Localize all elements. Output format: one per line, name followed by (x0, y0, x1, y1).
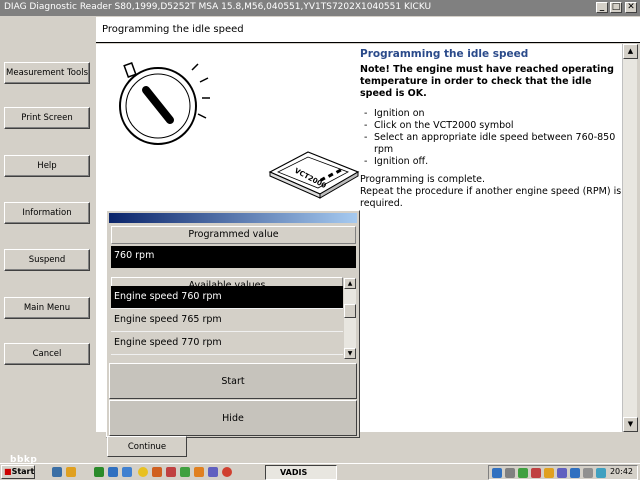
ie-icon[interactable] (108, 467, 118, 477)
watermark-text: bbkp (10, 455, 38, 465)
information-button[interactable]: Information (4, 202, 90, 224)
windows-logo-icon: ■ (4, 467, 12, 476)
files-icon[interactable] (194, 467, 204, 477)
step-item: Select an appropriate idle speed between… (360, 132, 624, 156)
programmed-value-field: 760 rpm (111, 246, 356, 268)
restore-button[interactable]: □ (610, 2, 622, 13)
start-label: Start (11, 467, 35, 476)
list-scroll-thumb[interactable] (344, 304, 356, 318)
instructions-panel: Programming the idle speed Note! The eng… (360, 48, 624, 210)
step-item: Ignition on (360, 108, 624, 120)
steps-list: Ignition on Click on the VCT2000 symbol … (360, 108, 624, 168)
window-title: DIAG Diagnostic Reader S80,1999,D5252T M… (4, 2, 432, 12)
measurement-tools-button[interactable]: Measurement Tools (4, 62, 90, 84)
dialog-title-bar (109, 213, 357, 223)
main-menu-button[interactable]: Main Menu (4, 297, 90, 319)
tray-bluetooth-icon[interactable] (570, 468, 580, 478)
help-button[interactable]: Help (4, 155, 90, 177)
tray-app-icon[interactable] (518, 468, 528, 478)
main-scrollbar[interactable]: ▲ ▼ (622, 44, 638, 432)
notes-icon[interactable] (180, 467, 190, 477)
tray-security-icon[interactable] (531, 468, 541, 478)
complete-text: Programming is complete. (360, 174, 486, 185)
idle-speed-dialog: Programmed value 760 rpm Available value… (106, 210, 360, 438)
tray-volume-icon[interactable] (596, 468, 606, 478)
print-screen-button[interactable]: Print Screen (4, 107, 90, 129)
note-text: Note! The engine must have reached opera… (360, 64, 614, 99)
cancel-button[interactable]: Cancel (4, 343, 90, 365)
title-bar: DIAG Diagnostic Reader S80,1999,D5252T M… (0, 0, 640, 16)
tray-monitor-icon[interactable] (505, 468, 515, 478)
programmed-value-label: Programmed value (111, 226, 356, 244)
start-menu-button[interactable]: ■Start (1, 465, 35, 479)
start-button[interactable]: Start (109, 363, 357, 399)
folder-icon[interactable] (66, 467, 76, 477)
instructions-heading: Programming the idle speed (360, 48, 529, 60)
list-scrollbar[interactable]: ▲ ▼ (344, 278, 356, 359)
chrome-icon[interactable] (222, 467, 232, 477)
media-icon[interactable] (208, 467, 218, 477)
scroll-up-icon[interactable]: ▲ (623, 44, 638, 59)
system-tray: 20:42 (488, 465, 638, 480)
tray-updates-icon[interactable] (544, 468, 554, 478)
hide-button[interactable]: Hide (109, 400, 357, 436)
tools-icon[interactable] (166, 467, 176, 477)
step-item: Click on the VCT2000 symbol (360, 120, 624, 132)
tray-sound-icon[interactable] (557, 468, 567, 478)
clock: 20:42 (609, 467, 633, 476)
tray-network-icon[interactable] (492, 468, 502, 478)
minimize-button[interactable]: _ (596, 2, 608, 13)
suspend-button[interactable]: Suspend (4, 249, 90, 271)
step-item: Ignition off. (360, 156, 624, 168)
scroll-down-icon[interactable]: ▼ (623, 417, 638, 432)
page-header: Programming the idle speed (96, 17, 640, 43)
vct2000-device-icon[interactable]: VCT2000 (268, 148, 360, 200)
app-icon[interactable] (94, 467, 104, 477)
list-item-selected[interactable]: Engine speed 760 rpm (111, 286, 343, 309)
list-item[interactable]: Engine speed 765 rpm (111, 309, 343, 332)
desktop-icon[interactable] (52, 467, 62, 477)
repeat-text: Repeat the procedure if another engine s… (360, 186, 622, 209)
list-scroll-up-icon[interactable]: ▲ (344, 278, 356, 289)
continue-button[interactable]: Continue (107, 436, 187, 457)
list-scroll-down-icon[interactable]: ▼ (344, 348, 356, 359)
main-window: DIAG Diagnostic Reader S80,1999,D5252T M… (0, 0, 640, 463)
page-title: Programming the idle speed (102, 24, 244, 35)
available-values-list[interactable]: Engine speed 760 rpm Engine speed 765 rp… (111, 286, 343, 359)
close-button[interactable]: ✕ (625, 2, 637, 13)
explorer-icon[interactable] (122, 467, 132, 477)
taskbar: ■Start VADIS 20:42 (0, 463, 640, 480)
vadis-task-button[interactable]: VADIS (265, 465, 337, 480)
paint-icon[interactable] (152, 467, 162, 477)
list-item[interactable]: Engine speed 770 rpm (111, 332, 343, 355)
ignition-key-icon (119, 62, 210, 145)
smiley-icon[interactable] (138, 467, 148, 477)
tray-power-icon[interactable] (583, 468, 593, 478)
